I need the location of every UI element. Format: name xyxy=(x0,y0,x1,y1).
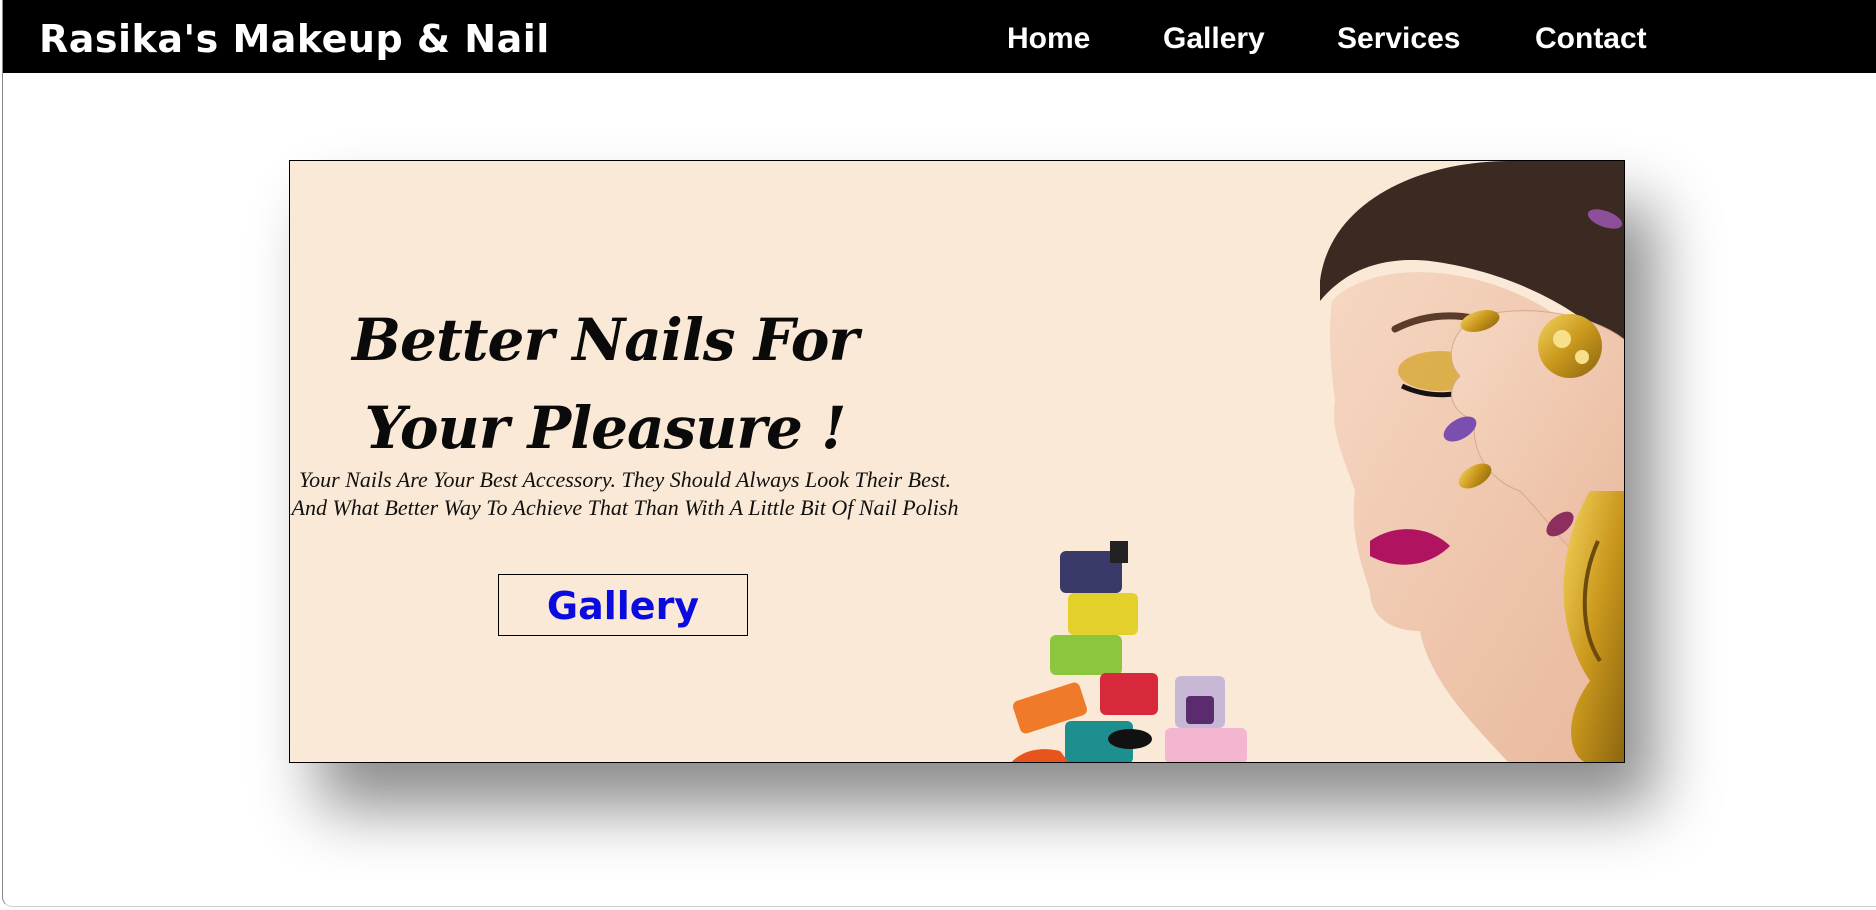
gallery-button[interactable]: Gallery xyxy=(498,574,748,636)
hero-banner: Better Nails For Your Pleasure ! Your Na… xyxy=(289,160,1625,763)
hero-headline: Better Nails For Your Pleasure ! xyxy=(352,306,859,462)
hero-image xyxy=(1011,161,1624,762)
nav-gallery-link[interactable]: Gallery xyxy=(1163,22,1265,56)
site-brand[interactable]: Rasika's Makeup & Nail xyxy=(39,17,550,61)
hero-tagline: Your Nails Are Your Best Accessory. They… xyxy=(291,467,959,520)
nav-services-link[interactable]: Services xyxy=(1337,22,1460,56)
nav-home-link[interactable]: Home xyxy=(1007,22,1090,56)
nav-contact-link[interactable]: Contact xyxy=(1535,22,1647,56)
top-navbar: Rasika's Makeup & Nail Home Gallery Serv… xyxy=(3,0,1876,73)
